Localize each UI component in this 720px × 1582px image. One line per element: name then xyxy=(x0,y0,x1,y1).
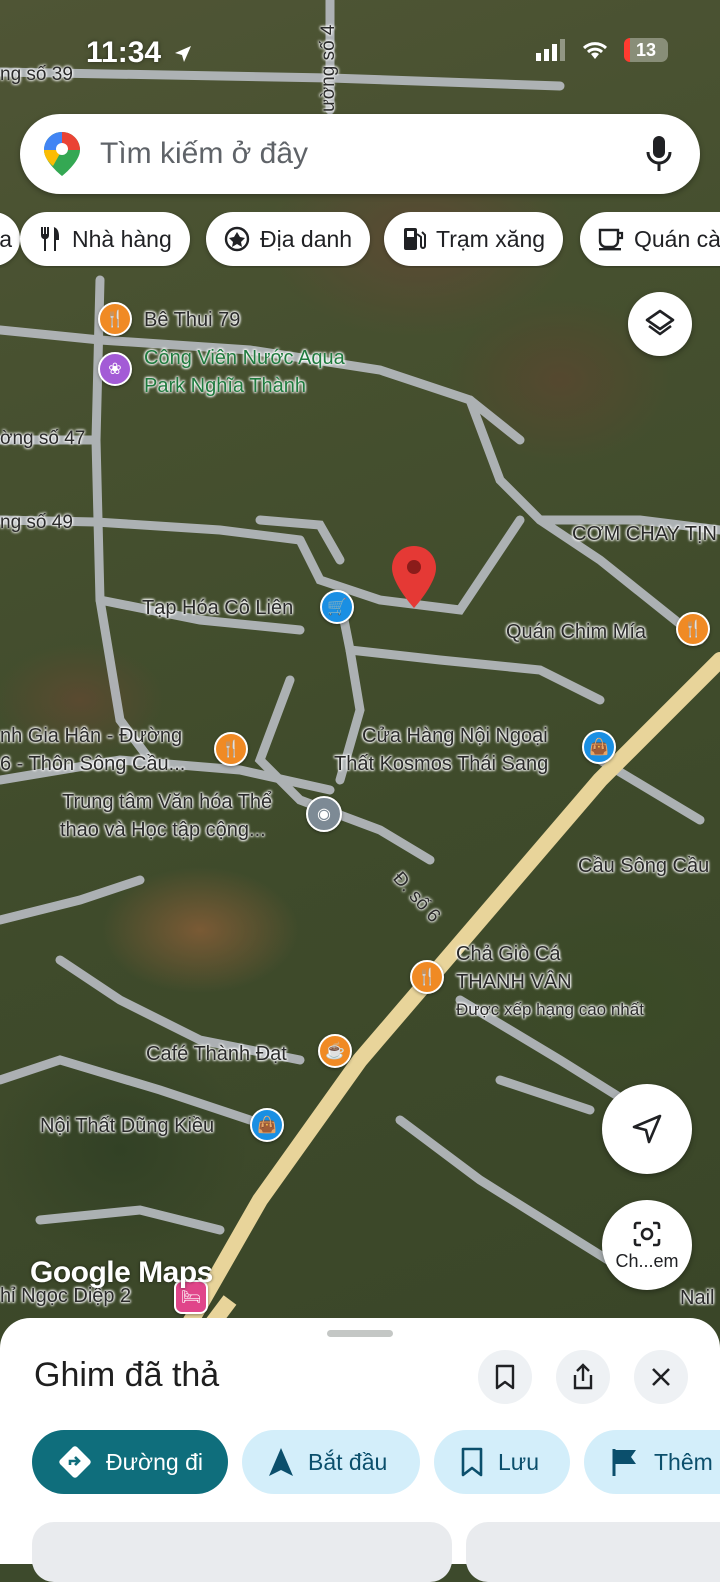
poi-rating-note: Được xếp hạng cao nhất xyxy=(456,1000,644,1019)
sheet-title: Ghim đã thả xyxy=(34,1356,220,1394)
poi-label[interactable]: Cầu Sông Cầu xyxy=(578,854,709,878)
close-icon xyxy=(652,1368,670,1386)
poi-label[interactable]: CƠM CHAY TỊN xyxy=(572,522,717,546)
poi-label[interactable]: nh Gia Hân - Đường xyxy=(0,724,182,748)
park-icon[interactable]: ❀ xyxy=(98,352,132,386)
drag-handle[interactable] xyxy=(327,1330,393,1337)
signal-icon xyxy=(536,39,565,61)
road-label: ờng số 47 xyxy=(0,428,86,449)
layers-icon xyxy=(645,309,675,336)
landmark-icon xyxy=(224,226,250,252)
wifi-icon xyxy=(582,42,608,59)
status-bar: 11:34 13 xyxy=(0,0,720,100)
directions-button[interactable]: Đường đi xyxy=(32,1430,228,1494)
my-location-button[interactable] xyxy=(602,1084,692,1174)
restaurant-icon[interactable]: 🍴 xyxy=(214,732,248,766)
navigation-arrow-icon xyxy=(632,1114,662,1144)
search-bar[interactable]: Tìm kiếm ở đây xyxy=(20,114,700,194)
poi-label[interactable]: 6 - Thôn Sông Cầu... xyxy=(0,752,185,776)
chip-cafes[interactable]: Quán cà xyxy=(580,212,720,266)
poi-label[interactable]: Trung tâm Văn hóa Thể xyxy=(62,790,272,814)
category-chips: ga Nhà hàng Địa danh Trạm xăng Quán cà xyxy=(0,212,720,268)
restaurant-icon[interactable]: 🍴 xyxy=(410,960,444,994)
dropped-pin-icon[interactable] xyxy=(392,546,436,608)
battery-icon: 13 xyxy=(624,38,668,62)
chip-partial[interactable]: ga xyxy=(0,212,20,266)
search-input[interactable]: Tìm kiếm ở đây xyxy=(100,137,644,171)
navigation-arrow-icon xyxy=(268,1447,294,1477)
poi-label[interactable]: Thất Kosmos Thái Sang xyxy=(334,752,548,776)
poi-label[interactable]: Nội Thất Dũng Kiều xyxy=(40,1114,214,1138)
save-icon-button[interactable] xyxy=(478,1350,532,1404)
location-arrow-icon xyxy=(175,46,192,62)
poi-label[interactable]: Café Thành Đạt xyxy=(146,1042,287,1066)
layers-button[interactable] xyxy=(628,292,692,356)
shopping-bag-icon[interactable]: 👜 xyxy=(582,730,616,764)
restaurant-icon xyxy=(38,226,62,252)
info-card[interactable] xyxy=(466,1522,720,1582)
poi-label[interactable]: Nail xyxy=(680,1286,714,1310)
poi-label[interactable]: Quán Chim Mía xyxy=(506,620,646,644)
restaurant-icon[interactable]: 🍴 xyxy=(98,302,132,336)
restaurant-icon[interactable]: 🍴 xyxy=(676,612,710,646)
lens-label: Ch...em xyxy=(615,1250,679,1271)
start-button[interactable]: Bắt đầu xyxy=(242,1430,420,1494)
poi-label[interactable]: THANH VÂN xyxy=(456,970,572,994)
poi-label[interactable]: Công Viên Nước Aqua xyxy=(144,346,345,370)
camera-lens-icon xyxy=(633,1221,661,1246)
shopping-cart-icon[interactable]: 🛒 xyxy=(320,590,354,624)
lens-button[interactable]: Ch...em xyxy=(602,1200,692,1290)
microphone-icon[interactable] xyxy=(644,134,674,174)
chip-restaurants[interactable]: Nhà hàng xyxy=(20,212,190,266)
poi-label[interactable]: thao và Học tập cộng... xyxy=(60,818,266,842)
bookmark-icon xyxy=(460,1447,484,1477)
share-button[interactable] xyxy=(556,1350,610,1404)
bookmark-icon xyxy=(495,1364,515,1390)
road-label: ng số 49 xyxy=(0,512,73,533)
chip-gas-stations[interactable]: Trạm xăng xyxy=(384,212,564,266)
poi-label[interactable]: Tạp Hóa Cô Liên xyxy=(142,596,293,620)
cafe-icon xyxy=(598,227,624,251)
poi-label[interactable]: Bê Thui 79 xyxy=(144,308,240,332)
status-time: 11:34 xyxy=(86,36,193,70)
info-card[interactable] xyxy=(32,1522,452,1582)
status-icons: 13 xyxy=(536,38,668,62)
save-button[interactable]: Lưu xyxy=(434,1430,570,1494)
more-button[interactable]: Thêm xyxy=(584,1430,720,1494)
google-maps-logo: Google Maps xyxy=(30,1256,213,1289)
place-icon[interactable]: ◉ xyxy=(306,796,342,832)
gas-station-icon xyxy=(402,226,426,252)
poi-label[interactable]: Park Nghĩa Thành xyxy=(144,374,306,398)
cafe-icon[interactable]: ☕ xyxy=(318,1034,352,1068)
google-maps-pin-icon xyxy=(44,132,80,176)
bottom-sheet: Ghim đã thả Đường đi Bắt đầu Lưu Thêm xyxy=(0,1318,720,1582)
shopping-bag-icon[interactable]: 👜 xyxy=(250,1108,284,1142)
poi-label[interactable]: Cửa Hàng Nội Ngoại xyxy=(362,724,548,748)
close-button[interactable] xyxy=(634,1350,688,1404)
directions-icon xyxy=(58,1445,92,1479)
chip-landmarks[interactable]: Địa danh xyxy=(206,212,371,266)
share-icon xyxy=(573,1363,593,1390)
poi-label[interactable]: Chả Giò Cá xyxy=(456,942,561,966)
flag-icon xyxy=(610,1447,640,1477)
